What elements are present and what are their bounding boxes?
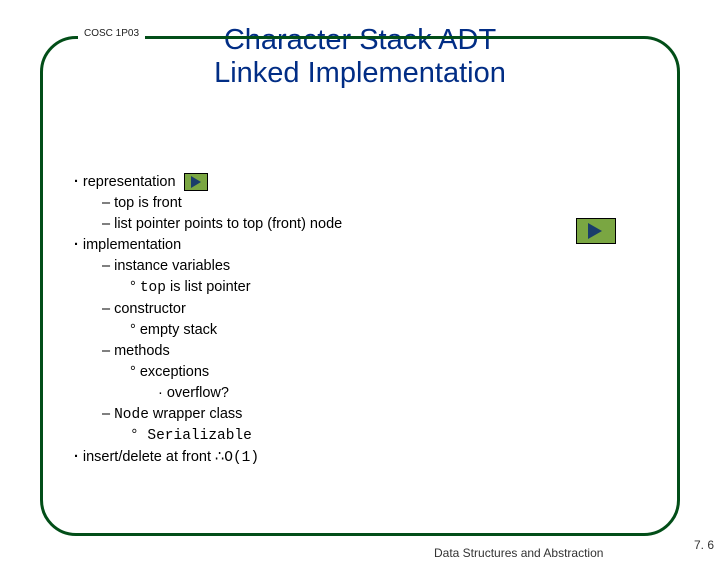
text-wrapper: wrapper class [149, 406, 242, 422]
bullet-exceptions: exceptions [74, 362, 342, 383]
bullet-instance-vars: instance variables [74, 256, 342, 277]
bullet-insert-delete: insert/delete at front ∴O(1) [74, 447, 342, 469]
bullet-serializable: Serializable [74, 426, 342, 447]
page-number: 7. 6 [694, 538, 714, 552]
bullet-empty-stack: empty stack [74, 320, 342, 341]
bullet-overflow: overflow? [74, 383, 342, 404]
code-o1: O(1) [224, 450, 259, 466]
bullet-representation: representation [74, 172, 342, 193]
text-top-is: is list pointer [166, 279, 251, 295]
text-insert-delete: insert/delete at front [83, 449, 215, 465]
bullet-constructor: constructor [74, 299, 342, 320]
code-top: top [140, 280, 166, 296]
therefore-symbol: ∴ [215, 449, 224, 465]
text-representation: representation [83, 174, 176, 190]
bullet-implementation: implementation [74, 235, 342, 256]
bullet-top-pointer: top is list pointer [74, 277, 342, 299]
course-code: COSC 1P03 [78, 28, 145, 39]
bullet-list-pointer: list pointer points to top (front) node [74, 214, 342, 235]
code-node: Node [114, 407, 149, 423]
play-icon[interactable] [184, 173, 208, 191]
footer-text: Data Structures and Abstraction [430, 546, 607, 560]
bullet-node-wrapper: Node wrapper class [74, 404, 342, 426]
bullet-top-front: top is front [74, 193, 342, 214]
play-icon[interactable] [576, 218, 616, 244]
slide-body: representation top is front list pointer… [74, 172, 342, 469]
bullet-methods: methods [74, 341, 342, 362]
